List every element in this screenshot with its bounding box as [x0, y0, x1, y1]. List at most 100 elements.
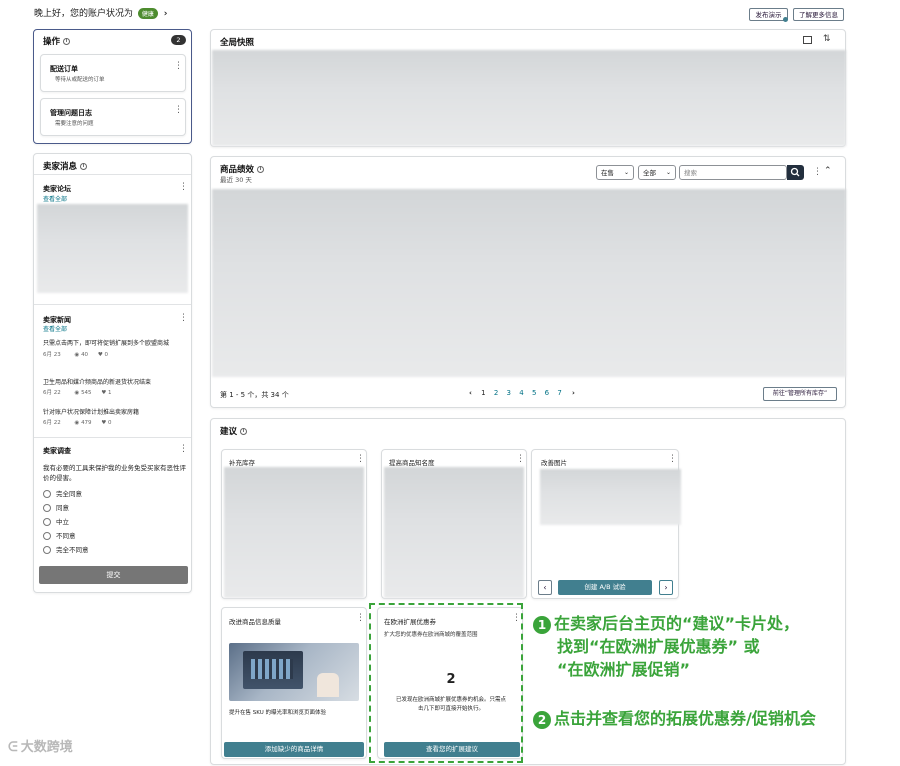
suggestion-title: 提高商品知名度	[389, 459, 435, 467]
notification-dot-icon	[783, 17, 788, 22]
action-item-sub: 等待从或配送的订单	[55, 77, 105, 83]
page-link[interactable]: 4	[519, 389, 523, 397]
radio-button[interactable]	[43, 504, 51, 512]
search-input[interactable]: 搜索	[679, 165, 787, 180]
suggestion-title: 改善图片	[541, 459, 567, 467]
radio-button[interactable]	[43, 490, 51, 498]
seller-news-title: 卖家消息	[43, 162, 78, 172]
radio-button[interactable]	[43, 518, 51, 526]
more-menu-icon[interactable]: ⋮	[516, 455, 525, 464]
step-1-line-1: 在卖家后台主页的“建议”卡片处，	[554, 614, 800, 633]
carousel-next-button[interactable]: ›	[659, 580, 673, 595]
survey-option[interactable]: 同意	[43, 502, 89, 516]
more-menu-icon[interactable]: ⋮	[813, 168, 822, 177]
info-icon[interactable]: i	[80, 163, 88, 170]
news-item[interactable]: 卫生用品和媒介频商品的新退货状况结束 6月 22 ◉ 545 ♥ 1	[43, 378, 185, 396]
survey-option[interactable]: 完全不同意	[43, 544, 89, 558]
suggestion-listing-quality[interactable]: 改进商品信息质量 ⋮ 提升在售 SKU 的曝光率和浏览页面体验 添加缺少的商品详…	[221, 607, 367, 759]
news-view-all-link[interactable]: 查看全部	[43, 324, 67, 333]
eye-icon: ◉	[74, 390, 80, 396]
divider	[34, 174, 191, 175]
survey-options: 完全同意 同意 中立 不同意 完全不同意	[43, 488, 89, 558]
heart-icon: ♥	[97, 352, 103, 358]
action-item-ship-orders[interactable]: 配送订单 等待从或配送的订单 ⋮	[40, 54, 186, 92]
manage-inventory-button[interactable]: 前往“管理所有库存”	[763, 387, 837, 401]
chevron-down-icon: ⌄	[665, 169, 671, 176]
laptop-image	[229, 643, 359, 701]
info-icon[interactable]: i	[257, 166, 265, 173]
news-item[interactable]: 只需点击两下，即可将促销扩展到多个欧盟商城 6月 23 ◉ 40 ♥ 0	[43, 339, 185, 358]
page-link[interactable]: 1	[481, 389, 485, 397]
more-menu-icon[interactable]: ⋮	[356, 455, 365, 464]
status-badge[interactable]: 健康	[137, 8, 158, 19]
news-item-title[interactable]: 针对账户状况保障计划推出卖家房籍	[43, 408, 185, 417]
carousel-prev-button[interactable]: ‹	[538, 580, 552, 595]
more-menu-icon[interactable]: ⋮	[179, 314, 188, 323]
account-greeting: 晚上好，您的账户状况为 健康 ›	[34, 6, 168, 19]
more-menu-icon[interactable]: ⋮	[174, 62, 183, 71]
news-item[interactable]: 针对账户状况保障计划推出卖家房籍 6月 22 ◉ 479 ♥ 0	[43, 408, 185, 426]
divider	[34, 437, 191, 438]
suggestion-improve-images[interactable]: 改善图片 ⋮ ‹ 创建 A/B 试验 ›	[531, 449, 681, 599]
radio-button[interactable]	[43, 532, 51, 540]
news-item-title[interactable]: 卫生用品和媒介频商品的新退货状况结束	[43, 378, 185, 387]
create-ab-test-button[interactable]: 创建 A/B 试验	[558, 580, 652, 595]
category-filter-select[interactable]: 全部 ⌄	[638, 165, 676, 180]
suggestions-title: 建议	[220, 427, 238, 437]
product-performance-card: 商品绩效 i 最近 30 天 在售 ⌄ 全部 ⌄ 搜索 ⋮ ⌃ 第 1 - 5 个，共…	[210, 156, 846, 408]
page-link[interactable]: 6	[545, 389, 549, 397]
more-menu-icon[interactable]: ⋮	[356, 614, 365, 623]
news-item-title[interactable]: 只需点击两下，即可将促销扩展到多个欧盟商城	[43, 339, 185, 348]
step-1-number: 1	[533, 615, 551, 634]
more-menu-icon[interactable]: ⋮	[174, 106, 183, 115]
page-link[interactable]: 7	[557, 389, 561, 397]
search-button[interactable]	[787, 165, 804, 180]
news-item-views: 40	[81, 352, 89, 358]
info-icon[interactable]: i	[63, 38, 71, 45]
suggestion-content	[224, 467, 364, 598]
expand-icon[interactable]	[803, 36, 812, 44]
forum-title: 卖家论坛	[43, 185, 71, 193]
settings-sliders-icon[interactable]: ⇅	[823, 34, 831, 44]
add-missing-details-button[interactable]: 添加缺少的商品详情	[224, 742, 364, 757]
highlight-box	[369, 603, 523, 763]
page-link[interactable]: 5	[532, 389, 536, 397]
next-page-icon[interactable]: ›	[572, 389, 575, 397]
global-snapshot-title: 全局快照	[220, 38, 255, 48]
survey-question: 我有必要的工具来保护我的业务免受买家有恶性评价的侵害。	[43, 464, 186, 482]
step-2-text: 点击并查看您的拓展优惠券/促销机会	[554, 709, 816, 728]
news-item-views: 479	[81, 420, 92, 426]
news-item-likes: 1	[108, 390, 112, 396]
more-menu-icon[interactable]: ⋮	[668, 455, 677, 464]
step-1-line-3: “在欧洲扩展促销”	[557, 660, 691, 679]
pagination: ‹ 1 2 3 4 5 6 7 ›	[469, 389, 575, 397]
chevron-right-icon[interactable]: ›	[164, 9, 168, 19]
more-menu-icon[interactable]: ⋮	[179, 183, 188, 192]
suggestion-visibility[interactable]: 提高商品知名度 ⋮	[381, 449, 527, 599]
radio-button[interactable]	[43, 546, 51, 554]
survey-option[interactable]: 完全同意	[43, 488, 89, 502]
seller-news-card: 卖家消息 i 卖家论坛 查看全部 ⋮ 卖家新闻 查看全部 ⋮ 只需点击两下，即可将…	[33, 153, 192, 593]
status-filter-select[interactable]: 在售 ⌄	[596, 165, 634, 180]
info-icon[interactable]: i	[240, 428, 248, 435]
page-link[interactable]: 2	[494, 389, 498, 397]
page-link[interactable]: 3	[507, 389, 511, 397]
news-item-likes: 0	[104, 352, 109, 358]
more-menu-icon[interactable]: ⋮	[179, 445, 188, 454]
forum-view-all-link[interactable]: 查看全部	[43, 194, 67, 203]
watermark-text: 大数跨境	[20, 740, 73, 755]
action-item-issue-log[interactable]: 管理问题日志 需要注意的问题 ⋮	[40, 98, 186, 136]
actions-count-badge: 2	[171, 35, 186, 45]
news-item-date: 6月 23	[43, 352, 61, 358]
pagination-summary: 第 1 - 5 个，共 34 个	[220, 391, 289, 399]
survey-option[interactable]: 不同意	[43, 530, 89, 544]
action-item-title: 管理问题日志	[50, 109, 92, 117]
news-item-date: 6月 22	[43, 390, 61, 396]
collapse-icon[interactable]: ⌃	[824, 166, 832, 176]
suggestion-restock[interactable]: 补充库存 ⋮	[221, 449, 367, 599]
suggestion-title: 改进商品信息质量	[229, 618, 281, 626]
survey-submit-button[interactable]: 提交	[39, 566, 188, 584]
survey-option[interactable]: 中立	[43, 516, 89, 530]
learn-more-button[interactable]: 了解更多信息	[793, 8, 844, 21]
prev-page-icon[interactable]: ‹	[469, 389, 472, 397]
